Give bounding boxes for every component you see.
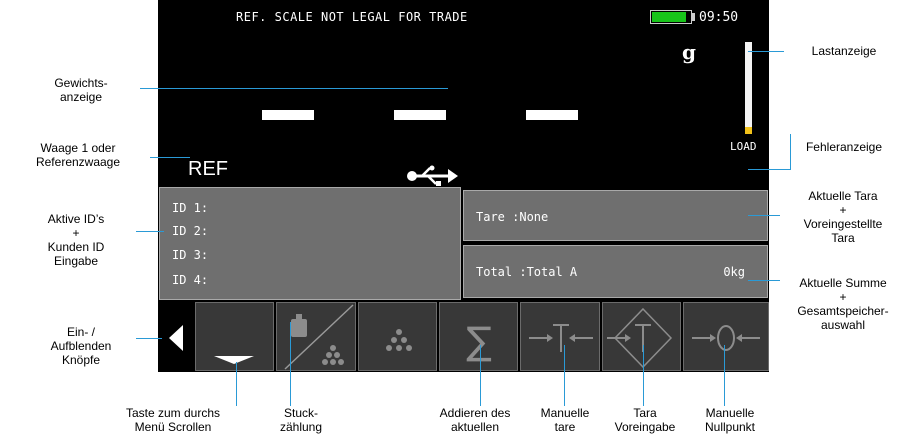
leader-line <box>564 345 565 406</box>
label-aktive-ids: Aktive ID’s + Kunden ID Eingabe <box>47 212 105 268</box>
leader-line <box>136 338 162 339</box>
load-indicator <box>745 42 752 134</box>
toggle-buttons-button[interactable] <box>158 302 194 371</box>
total-panel[interactable]: Total :Total A 0kg <box>463 245 768 298</box>
leader-line <box>150 157 190 158</box>
leader-line <box>236 362 237 406</box>
weight-digit <box>394 110 446 120</box>
leader-line <box>748 215 780 216</box>
label-ein-aus: Ein- / Aufblenden Knöpfe <box>50 325 112 367</box>
label-fehleranzeige: Fehleranzeige <box>805 140 883 154</box>
label-nullpunkt: Manuelle Nullpunkt <box>704 406 756 434</box>
manual-tare-icon <box>529 324 593 352</box>
leader-line <box>290 322 291 406</box>
total-value: 0kg <box>723 265 745 279</box>
label-gewichtsanzeige: Gewichts-anzeige <box>54 76 108 104</box>
leader-line <box>748 51 784 52</box>
leader-line <box>140 88 448 89</box>
scroll-menu-button[interactable] <box>195 302 274 371</box>
tare-text: Tare :None <box>476 210 549 224</box>
manual-tare-button[interactable] <box>520 302 600 371</box>
svg-text:∑: ∑ <box>466 319 492 363</box>
scale-display: REF. SCALE NOT LEGAL FOR TRADE 09:50 g L… <box>158 0 769 372</box>
triangle-left-icon <box>169 325 183 351</box>
weight-digit <box>262 110 314 120</box>
id-line: ID 1: <box>172 201 209 215</box>
clock: 09:50 <box>699 10 739 25</box>
weight-digit <box>526 110 578 120</box>
load-label: LOAD <box>730 140 757 153</box>
load-indicator-fill <box>745 126 752 134</box>
id-line: ID 4: <box>172 273 209 287</box>
battery-level <box>652 12 687 22</box>
preset-tare-button[interactable] <box>602 302 681 371</box>
total-text: Total :Total A <box>476 265 578 279</box>
label-addieren: Addieren des aktuellen <box>439 406 511 434</box>
label-manuelle-tare: Manuelle tare <box>540 406 590 434</box>
label-waage: Waage 1 oder Referenzwaage <box>35 141 121 169</box>
softkey-row: ∑ <box>158 301 769 372</box>
weight-unit: g <box>682 40 696 64</box>
id-panel[interactable]: ID 1: ID 2: ID 3: ID 4: <box>159 187 461 300</box>
id-line: ID 2: <box>172 224 209 238</box>
label-scroll: Taste zum durchs Menü Scrollen <box>125 406 221 434</box>
leader-line <box>748 169 790 170</box>
label-tara: Aktuelle Tara + Voreingestellte Tara <box>803 189 883 245</box>
piece-count-icon <box>284 304 354 370</box>
leader-line <box>480 345 481 406</box>
label-tara-voreingabe: Tara Voreingabe <box>614 406 676 434</box>
leader-line <box>790 134 791 170</box>
manual-zero-button[interactable] <box>683 302 769 371</box>
add-total-button[interactable]: ∑ <box>439 302 518 371</box>
battery-icon <box>650 10 692 24</box>
piece-count-button[interactable] <box>276 302 356 371</box>
dots-button[interactable] <box>358 302 437 371</box>
leader-line <box>136 231 164 232</box>
usb-icon <box>407 165 458 186</box>
label-stueckzaehlung: Stuck-zählung <box>279 406 323 434</box>
tare-panel[interactable]: Tare :None <box>463 190 768 241</box>
label-summe: Aktuelle Summe + Gesamtspeicher-auswahl <box>797 276 889 332</box>
battery-tip <box>692 13 695 21</box>
manual-zero-icon <box>692 325 760 351</box>
leader-line <box>643 345 644 406</box>
legal-status-text: REF. SCALE NOT LEGAL FOR TRADE <box>236 10 468 24</box>
label-lastanzeige: Lastanzeige <box>811 44 877 58</box>
dots-icon <box>386 329 412 351</box>
scale-label: REF <box>188 158 228 180</box>
leader-line <box>748 280 780 281</box>
leader-line <box>724 345 725 406</box>
id-line: ID 3: <box>172 248 209 262</box>
